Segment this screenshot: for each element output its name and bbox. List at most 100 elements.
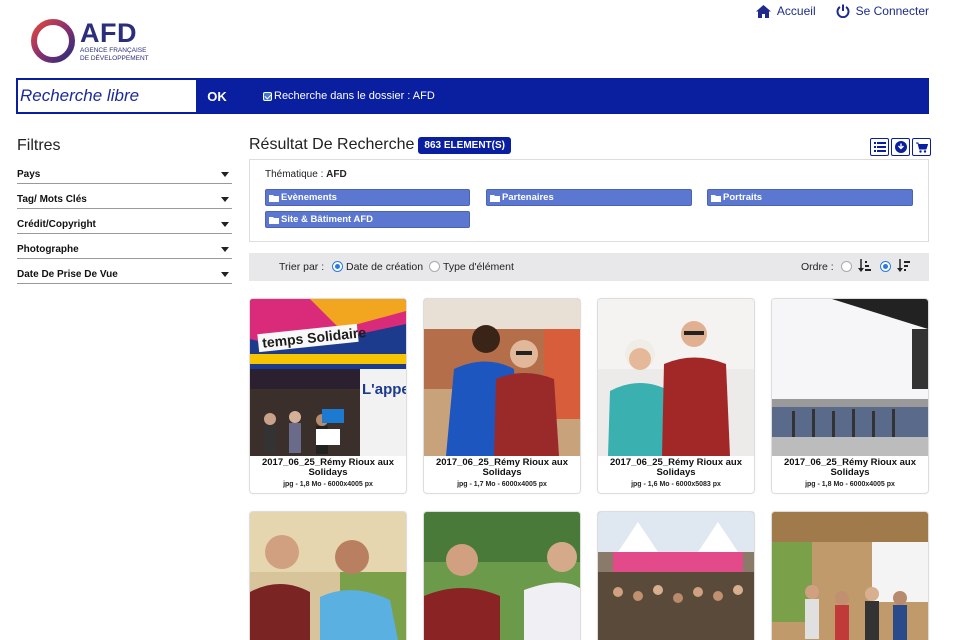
order-desc-radio[interactable]: [880, 261, 891, 272]
folder-label: Evènements: [281, 192, 337, 203]
sort-descending-icon[interactable]: [897, 259, 910, 273]
filter-date[interactable]: Date De Prise De Vue: [17, 259, 232, 284]
photo-image: [772, 512, 928, 640]
photo-image: [250, 512, 406, 640]
photo-image: [598, 512, 754, 640]
search-ok-button[interactable]: OK: [197, 79, 237, 113]
login-link-label: Se Connecter: [855, 4, 929, 18]
filter-credit[interactable]: Crédit/Copyright: [17, 209, 232, 234]
folder-icon: [711, 194, 721, 202]
logo-name: AFD: [80, 18, 137, 48]
sort-label: Trier par :: [279, 261, 325, 273]
filter-label: Tag/ Mots Clés: [17, 193, 87, 205]
folder-icon: [269, 194, 279, 202]
media-meta: jpg - 1,7 Mo - 6000x4005 px: [457, 481, 547, 488]
media-card[interactable]: 2017_06_25_Rémy Rioux aux Solidays jpg -…: [597, 298, 755, 494]
filter-label: Photographe: [17, 243, 79, 255]
sort-date-radio[interactable]: [332, 261, 343, 272]
results-header: Résultat De Recherche 863 ELEMENT(S): [249, 136, 511, 154]
caret-down-icon: [221, 171, 229, 177]
download-button[interactable]: [891, 138, 910, 156]
checkbox-checked-icon[interactable]: [263, 91, 272, 101]
photo-image: temps Solidaire L'appel: [250, 299, 406, 456]
caret-down-icon: [221, 221, 229, 227]
media-card[interactable]: [423, 511, 581, 640]
media-meta: jpg - 1,6 Mo - 6000x5083 px: [631, 481, 721, 488]
order-label: Ordre :: [801, 261, 834, 273]
filter-label: Date De Prise De Vue: [17, 268, 118, 280]
folder-evenements[interactable]: Evènements: [265, 189, 470, 206]
power-icon: [836, 4, 850, 18]
media-thumbnail[interactable]: [424, 299, 580, 456]
media-title: 2017_06_25_Rémy Rioux aux Solidays: [261, 457, 395, 478]
photo-image: [772, 299, 928, 456]
photo-image: [424, 512, 580, 640]
media-title: 2017_06_25_Rémy Rioux aux Solidays: [783, 457, 917, 478]
media-title: 2017_06_25_Rémy Rioux aux Solidays: [609, 457, 743, 478]
search-input[interactable]: [18, 80, 196, 112]
logo-subtitle: Agence Française de Développement: [80, 47, 149, 62]
download-icon: [894, 141, 907, 153]
thematic-value: AFD: [326, 169, 347, 180]
sort-bar: Trier par : Date de création Type d'élém…: [249, 253, 929, 281]
media-thumbnail[interactable]: temps Solidaire L'appel: [250, 299, 406, 456]
top-navigation: Accueil Se Connecter: [736, 4, 929, 18]
list-icon: [873, 142, 886, 152]
sort-type-radio[interactable]: [429, 261, 440, 272]
photo-image: [424, 299, 580, 456]
search-bar: OK Recherche dans le dossier : AFD: [16, 78, 929, 114]
media-meta: jpg - 1,8 Mo - 6000x4005 px: [283, 481, 373, 488]
caret-down-icon: [221, 246, 229, 252]
cart-icon: [915, 142, 928, 153]
caret-down-icon: [221, 196, 229, 202]
folder-portraits[interactable]: Portraits: [707, 189, 913, 206]
media-meta: jpg - 1,8 Mo - 6000x4005 px: [805, 481, 895, 488]
list-view-button[interactable]: [870, 138, 889, 156]
logo-ring-icon: [31, 19, 75, 63]
filter-pays[interactable]: Pays: [17, 159, 232, 184]
folder-partenaires[interactable]: Partenaires: [486, 189, 692, 206]
media-thumbnail[interactable]: [250, 512, 406, 640]
photo-image: [598, 299, 754, 456]
media-thumbnail[interactable]: [598, 512, 754, 640]
login-link[interactable]: Se Connecter: [836, 4, 929, 18]
folder-label: Site & Bâtiment AFD: [281, 214, 374, 225]
sort-type-label[interactable]: Type d'élément: [443, 261, 514, 273]
media-thumbnail[interactable]: [772, 299, 928, 456]
home-link-label: Accueil: [776, 4, 816, 18]
media-card[interactable]: [771, 511, 929, 640]
filters-title: Filtres: [17, 137, 61, 154]
filter-label: Crédit/Copyright: [17, 218, 96, 230]
filters-panel: Filtres Pays Tag/ Mots Clés Crédit/Copyr…: [17, 137, 232, 284]
svg-text:L'appel: L'appel: [362, 381, 406, 398]
folder-site-batiment[interactable]: Site & Bâtiment AFD: [265, 211, 470, 228]
folder-icon: [490, 194, 500, 202]
view-toolbar: [868, 138, 931, 156]
media-card[interactable]: [249, 511, 407, 640]
sort-ascending-icon[interactable]: [858, 259, 871, 273]
folder-icon: [269, 216, 279, 224]
thematic-prefix: Thématique :: [265, 169, 324, 180]
cart-button[interactable]: [912, 138, 931, 156]
media-thumbnail[interactable]: [772, 512, 928, 640]
folder-search-label: Recherche dans le dossier : AFD: [274, 90, 435, 102]
sort-date-label[interactable]: Date de création: [346, 261, 423, 273]
media-thumbnail[interactable]: [598, 299, 754, 456]
media-title: 2017_06_25_Rémy Rioux aux Solidays: [435, 457, 569, 478]
media-card[interactable]: temps Solidaire L'appel 2017_06_25_Rémy …: [249, 298, 407, 494]
caret-down-icon: [221, 271, 229, 277]
filter-photographe[interactable]: Photographe: [17, 234, 232, 259]
folder-label: Portraits: [723, 192, 763, 203]
media-card[interactable]: 2017_06_25_Rémy Rioux aux Solidays jpg -…: [771, 298, 929, 494]
media-card[interactable]: [597, 511, 755, 640]
afd-logo[interactable]: AFD Agence Française de Développement: [28, 16, 149, 66]
filter-tags[interactable]: Tag/ Mots Clés: [17, 184, 232, 209]
media-card[interactable]: 2017_06_25_Rémy Rioux aux Solidays jpg -…: [423, 298, 581, 494]
thematic-label: Thématique : AFD: [265, 169, 347, 180]
folder-search-checkbox[interactable]: Recherche dans le dossier : AFD: [263, 90, 435, 102]
home-link[interactable]: Accueil: [755, 4, 816, 18]
results-title: Résultat De Recherche: [249, 136, 415, 153]
media-thumbnail[interactable]: [424, 512, 580, 640]
folder-label: Partenaires: [502, 192, 554, 203]
order-asc-radio[interactable]: [841, 261, 852, 272]
